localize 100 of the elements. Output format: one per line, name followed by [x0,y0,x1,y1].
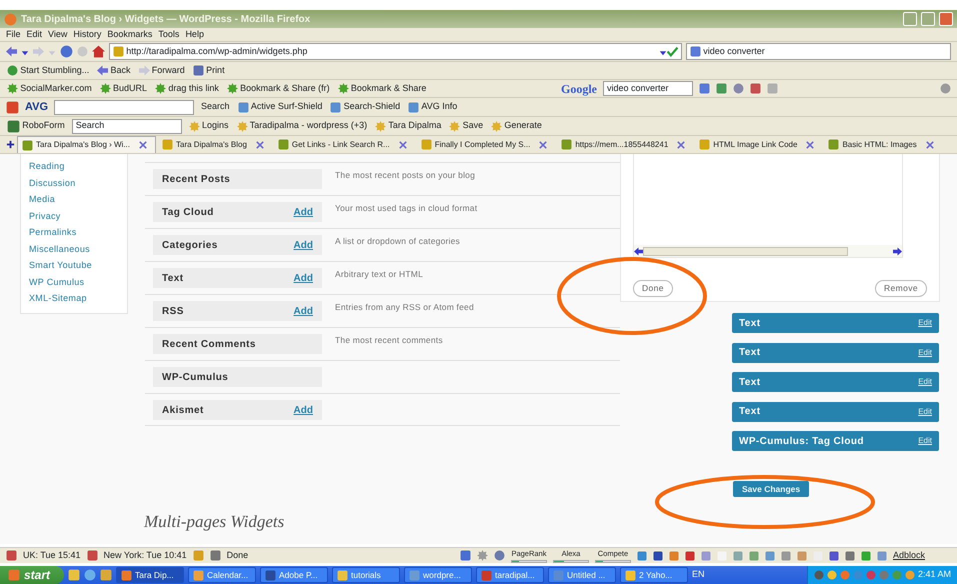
add-link[interactable]: Add [294,270,313,286]
browser-tab[interactable]: Tara Dipalma's Blog › Wi... [17,136,156,153]
browser-tab[interactable]: Finally I Completed My S... [416,136,556,153]
sidebar-widget-bar[interactable]: WP-Cumulus: Tag Cloud Edit [732,431,939,451]
avg-search-field[interactable] [54,100,194,114]
submenu-link[interactable]: Permalinks [29,226,127,242]
add-link[interactable]: Add [294,402,313,418]
roboform-search-field[interactable]: Search [72,118,182,134]
toolbar-button[interactable]: Print [192,62,226,78]
toolbar-icon[interactable] [684,550,695,560]
remove-button[interactable]: Remove [874,280,927,296]
widget-title-bar[interactable]: RSS Add [153,301,322,321]
toolbar-icon[interactable] [652,550,663,560]
bookmark-link[interactable]: BudURL [98,80,148,96]
close-icon[interactable] [806,140,814,148]
close-icon[interactable] [926,140,934,148]
new-tab-icon[interactable] [6,140,15,149]
add-link[interactable]: Add [294,204,313,220]
browser-tab[interactable]: Basic HTML: Images [824,136,942,153]
bookmark-link[interactable]: drag this link [154,80,220,96]
bookmark-link[interactable]: Bookmark & Share (fr) [226,80,331,96]
menu-item[interactable]: Bookmarks [107,28,152,42]
taskbar-button[interactable]: Calendar... [188,567,256,583]
taskbar-button[interactable]: taradipal... [476,567,544,583]
browser-tab[interactable]: HTML Image Link Code [695,136,822,153]
app-icon[interactable] [409,570,420,580]
widget-title-bar[interactable]: WP-Cumulus [153,367,322,387]
bookmark-link[interactable]: Bookmark & Share [336,80,428,96]
gear-icon[interactable] [338,83,349,94]
taskbar-button[interactable]: Adobe P... [260,567,328,583]
web-search-field[interactable]: video converter [686,43,951,60]
submenu-link[interactable]: Miscellaneous [29,242,127,259]
submenu-link[interactable]: Media [29,193,127,210]
app-icon[interactable] [625,570,636,580]
taskbar-button[interactable]: wordpre... [404,567,472,583]
widget-title-bar[interactable]: Recent Posts [153,169,322,189]
menu-item[interactable]: Tools [158,28,180,42]
toolbar-icon[interactable] [828,550,839,560]
toolbar-button[interactable]: Back [96,62,132,78]
menu-item[interactable]: Edit [26,28,42,42]
tray-icon[interactable] [826,570,837,580]
forward-icon[interactable] [138,65,150,76]
toolbar-button[interactable]: AVG Info [407,99,458,115]
app-icon[interactable] [265,570,276,580]
minimize-button[interactable] [903,12,917,26]
taskbar-button[interactable]: Tara Dip... [116,567,184,583]
widget-title-bar[interactable]: Tag Cloud Add [153,202,322,222]
toolbar-button[interactable]: Forward [138,62,186,78]
browser-tab[interactable]: https://mem...1855448241 [557,136,694,153]
submenu-link[interactable]: Discussion [29,176,127,193]
toolbar-button[interactable]: Logins [188,118,230,134]
widget-title-bar[interactable]: Text Add [153,268,322,288]
taskbar-button[interactable]: Untitled ... [548,567,616,583]
horizontal-scrollbar[interactable] [634,245,902,257]
close-icon[interactable] [398,140,407,148]
save-changes-button[interactable]: Save Changes [733,480,810,498]
back-icon[interactable] [97,65,108,76]
edit-link[interactable]: Edit [918,346,932,358]
gear-icon[interactable] [100,83,111,94]
star-icon[interactable] [491,120,502,132]
tray-icon[interactable] [904,570,915,580]
toolbar-button[interactable]: Active Surf-Shield [236,99,324,115]
address-field[interactable]: http://taradipalma.com/wp-admin/widgets.php [109,43,682,60]
app-icon[interactable] [193,570,204,580]
tray-icon[interactable] [866,570,876,580]
close-icon[interactable] [139,141,147,149]
roboform-button[interactable]: RoboForm [6,118,66,134]
go-check-icon[interactable] [667,46,678,57]
sidebar-widget-bar[interactable]: Text Edit [732,402,939,422]
widget-title-bar[interactable]: Akismet Add [153,400,322,420]
star-icon[interactable] [375,120,386,132]
menu-item[interactable]: File [6,28,21,42]
star-icon[interactable] [449,120,460,132]
gear-icon[interactable] [7,83,18,94]
toolbar-button[interactable]: Save [448,118,484,134]
edit-link[interactable]: Edit [918,435,932,447]
back-icon[interactable] [6,46,17,57]
taskbar-button[interactable]: 2 Yaho... [620,567,688,583]
edit-link[interactable]: Edit [918,317,932,329]
submenu-link[interactable]: Smart Youtube [29,259,127,276]
app-icon[interactable] [337,570,348,580]
google-search-field[interactable]: video converter [603,81,693,96]
toolbar-button[interactable]: Start Stumbling... [6,62,90,78]
toolbar-button[interactable]: Tara Dipalma [374,118,442,134]
sidebar-widget-bar[interactable]: Text Edit [732,342,939,362]
sidebar-widget-bar[interactable]: Text Edit [732,372,939,392]
sidebar-widget-bar[interactable]: Text Edit [732,313,939,333]
star-icon[interactable] [236,120,248,132]
forward-icon[interactable] [33,46,44,57]
toolbar-button[interactable]: Search-Shield [329,99,402,115]
widget-title-bar[interactable]: Categories Add [153,235,322,255]
toolbar-button[interactable]: Taradipalma - wordpress (+3) [236,118,368,134]
submenu-link[interactable]: Reading [29,160,127,176]
scroll-right-icon[interactable] [893,246,902,256]
adblock-link[interactable]: Adblock [892,548,925,562]
close-icon[interactable] [256,140,264,148]
add-link[interactable]: Add [294,304,313,318]
menu-item[interactable]: Help [185,28,204,42]
toolbar-button[interactable]: Search [200,99,231,115]
close-icon[interactable] [677,140,686,148]
